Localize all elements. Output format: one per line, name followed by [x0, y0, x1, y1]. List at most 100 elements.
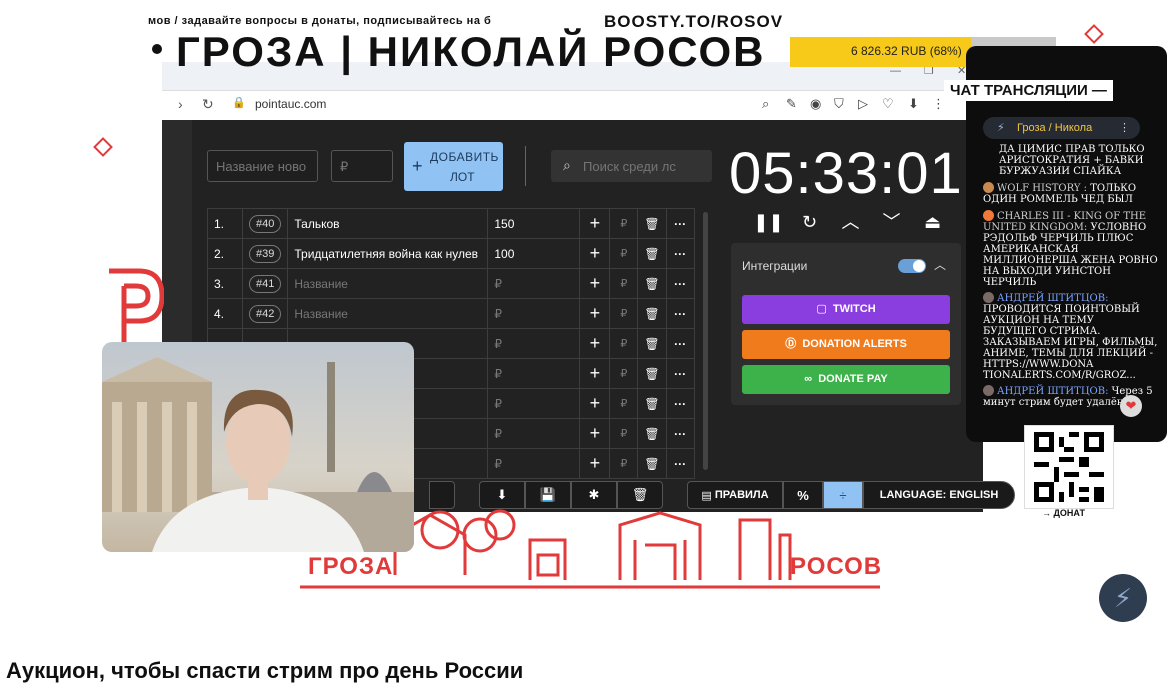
more-icon[interactable]: ··· — [665, 388, 695, 419]
language-button[interactable]: LANGUAGE: ENGLISH — [863, 481, 1015, 509]
currency-cell[interactable]: ₽ — [609, 328, 639, 359]
integrations-toggle[interactable] — [898, 259, 926, 273]
reset-icon[interactable]: ↻ — [789, 212, 830, 233]
add-amount-icon[interactable]: + — [579, 448, 611, 479]
menu-icon[interactable]: ⋮ — [1119, 117, 1130, 139]
lot-amount[interactable]: 100 — [487, 238, 581, 269]
currency-cell[interactable]: ₽ — [609, 298, 639, 329]
more-icon[interactable]: ··· — [665, 358, 695, 389]
more-icon[interactable]: ··· — [665, 418, 695, 449]
scrollbar[interactable] — [703, 212, 708, 470]
lot-name[interactable]: Тридцатилетняя война как нулев — [287, 238, 489, 269]
decor-diamond — [1084, 24, 1104, 44]
more-icon[interactable]: ··· — [665, 328, 695, 359]
lot-amount[interactable]: ₽ — [487, 448, 581, 479]
pause-icon[interactable]: ❚❚ — [748, 212, 789, 233]
lot-amount[interactable]: ₽ — [487, 298, 581, 329]
lot-number: 1. — [207, 208, 243, 239]
heart-icon[interactable]: ♡ — [882, 96, 894, 112]
add-amount-icon[interactable]: + — [579, 358, 611, 389]
currency-cell[interactable]: ₽ — [609, 208, 639, 239]
chat-message: CHARLES III - KING OF THE UNITED KINGDOM… — [983, 210, 1159, 288]
trash-icon[interactable]: 🗑 — [637, 328, 667, 359]
lot-amount[interactable]: 150 — [487, 208, 581, 239]
chevron-up-icon[interactable]: ︿ — [934, 256, 946, 273]
more-icon[interactable]: ··· — [665, 298, 695, 329]
trash-icon[interactable]: 🗑 — [637, 238, 667, 269]
add-amount-icon[interactable]: + — [579, 328, 611, 359]
video-title: Аукцион, чтобы спасти стрим про день Рос… — [6, 658, 524, 683]
camera-icon[interactable]: ◉ — [810, 96, 821, 112]
donation-alerts-button[interactable]: Ⓓ DONATION ALERTS — [742, 330, 950, 359]
timer-controls: ❚❚ ↻ ︿ ﹀ ⏏ — [748, 208, 953, 234]
search-box[interactable]: ⌕ — [551, 150, 712, 182]
reload-icon[interactable]: ↻ — [202, 96, 214, 113]
integrations-label: Интеграции — [742, 259, 808, 273]
lot-amount-input[interactable] — [331, 150, 393, 182]
search-input[interactable] — [583, 150, 707, 182]
trash-icon[interactable]: 🗑 — [637, 298, 667, 329]
add-amount-icon[interactable]: + — [579, 268, 611, 299]
chevron-up-icon[interactable]: ︿ — [830, 208, 871, 234]
heart-icon[interactable]: ❤ — [1120, 395, 1142, 417]
add-amount-icon[interactable]: + — [579, 238, 611, 269]
avatar — [983, 182, 994, 193]
add-amount-icon[interactable]: + — [579, 418, 611, 449]
stream-title: ГРОЗА | НИКОЛАЙ РОСОВ — [176, 28, 766, 75]
trash-icon[interactable]: 🗑 — [637, 208, 667, 239]
currency-cell[interactable]: ₽ — [609, 388, 639, 419]
trash-icon[interactable]: 🗑 — [637, 448, 667, 479]
url-text[interactable]: pointauc.com — [255, 97, 326, 111]
lot-amount[interactable]: ₽ — [487, 358, 581, 389]
trash-icon[interactable]: 🗑 — [637, 268, 667, 299]
currency-cell[interactable]: ₽ — [609, 418, 639, 449]
donation-progress-text: 6 826.32 RUB (68%) — [851, 44, 962, 58]
twitch-button[interactable]: ▢ TWITCH — [742, 295, 950, 324]
lot-name[interactable]: Тальков — [287, 208, 489, 239]
send-icon[interactable]: ▷ — [858, 96, 868, 112]
download-icon[interactable]: ⬇ — [908, 96, 919, 112]
logo-left-text: ГРОЗА — [308, 553, 394, 580]
trash-icon[interactable]: 🗑 — [637, 358, 667, 389]
currency-cell[interactable]: ₽ — [609, 268, 639, 299]
lot-name[interactable]: Название — [287, 298, 489, 329]
add-lot-label-1: ДОБАВИТЬ — [430, 150, 499, 164]
trash-icon[interactable]: 🗑 — [637, 388, 667, 419]
chat-message: ДА ЦИМИС ПРАВ ТОЛЬКО АРИСТОКРАТИЯ + БАВК… — [999, 144, 1159, 177]
edit-icon[interactable]: ✎ — [786, 96, 797, 112]
p-logo — [109, 268, 164, 344]
lot-amount[interactable]: ₽ — [487, 328, 581, 359]
more-icon[interactable]: ··· — [665, 448, 695, 479]
trash-icon[interactable]: 🗑 — [637, 418, 667, 449]
more-icon[interactable]: ··· — [665, 208, 695, 239]
channel-bolt-icon[interactable]: ⚡ — [1099, 574, 1147, 622]
eject-icon[interactable]: ⏏ — [912, 212, 953, 233]
forward-icon[interactable]: › — [178, 96, 183, 112]
currency-cell[interactable]: ₽ — [609, 358, 639, 389]
chat-message-text: ДА ЦИМИС ПРАВ ТОЛЬКО АРИСТОКРАТИЯ + БАВК… — [999, 144, 1145, 177]
add-lot-button[interactable]: + ДОБАВИТЬ ЛОТ — [404, 142, 503, 191]
lot-row: 4. #42 Название ₽ + ₽ 🗑 ··· — [207, 298, 695, 329]
shield-icon[interactable]: ⛉ — [834, 96, 844, 112]
lot-amount[interactable]: ₽ — [487, 388, 581, 419]
add-amount-icon[interactable]: + — [579, 208, 611, 239]
lot-id-cell: #40 — [241, 208, 289, 239]
more-icon[interactable]: ··· — [665, 268, 695, 299]
donate-pay-button[interactable]: ∞ DONATE PAY — [742, 365, 950, 394]
chat-message-text: ПРОВОДИТСЯ ПОИНТОВЫЙ АУКЦИОН НА ТЕМУ БУД… — [983, 304, 1158, 381]
logo-right-text: РОСОВ — [790, 553, 883, 580]
lot-name-input[interactable] — [207, 150, 318, 182]
add-amount-icon[interactable]: + — [579, 298, 611, 329]
search-icon[interactable]: ⌕ — [762, 96, 769, 112]
more-icon[interactable]: ··· — [665, 238, 695, 269]
avatar — [983, 210, 994, 221]
lot-amount[interactable]: ₽ — [487, 268, 581, 299]
lot-amount[interactable]: ₽ — [487, 418, 581, 449]
add-amount-icon[interactable]: + — [579, 388, 611, 419]
currency-cell[interactable]: ₽ — [609, 448, 639, 479]
lot-name[interactable]: Название — [287, 268, 489, 299]
auction-timer: 05:33:01 — [729, 141, 963, 206]
currency-cell[interactable]: ₽ — [609, 238, 639, 269]
lot-row: 3. #41 Название ₽ + ₽ 🗑 ··· — [207, 268, 695, 299]
chevron-down-icon[interactable]: ﹀ — [871, 208, 912, 234]
